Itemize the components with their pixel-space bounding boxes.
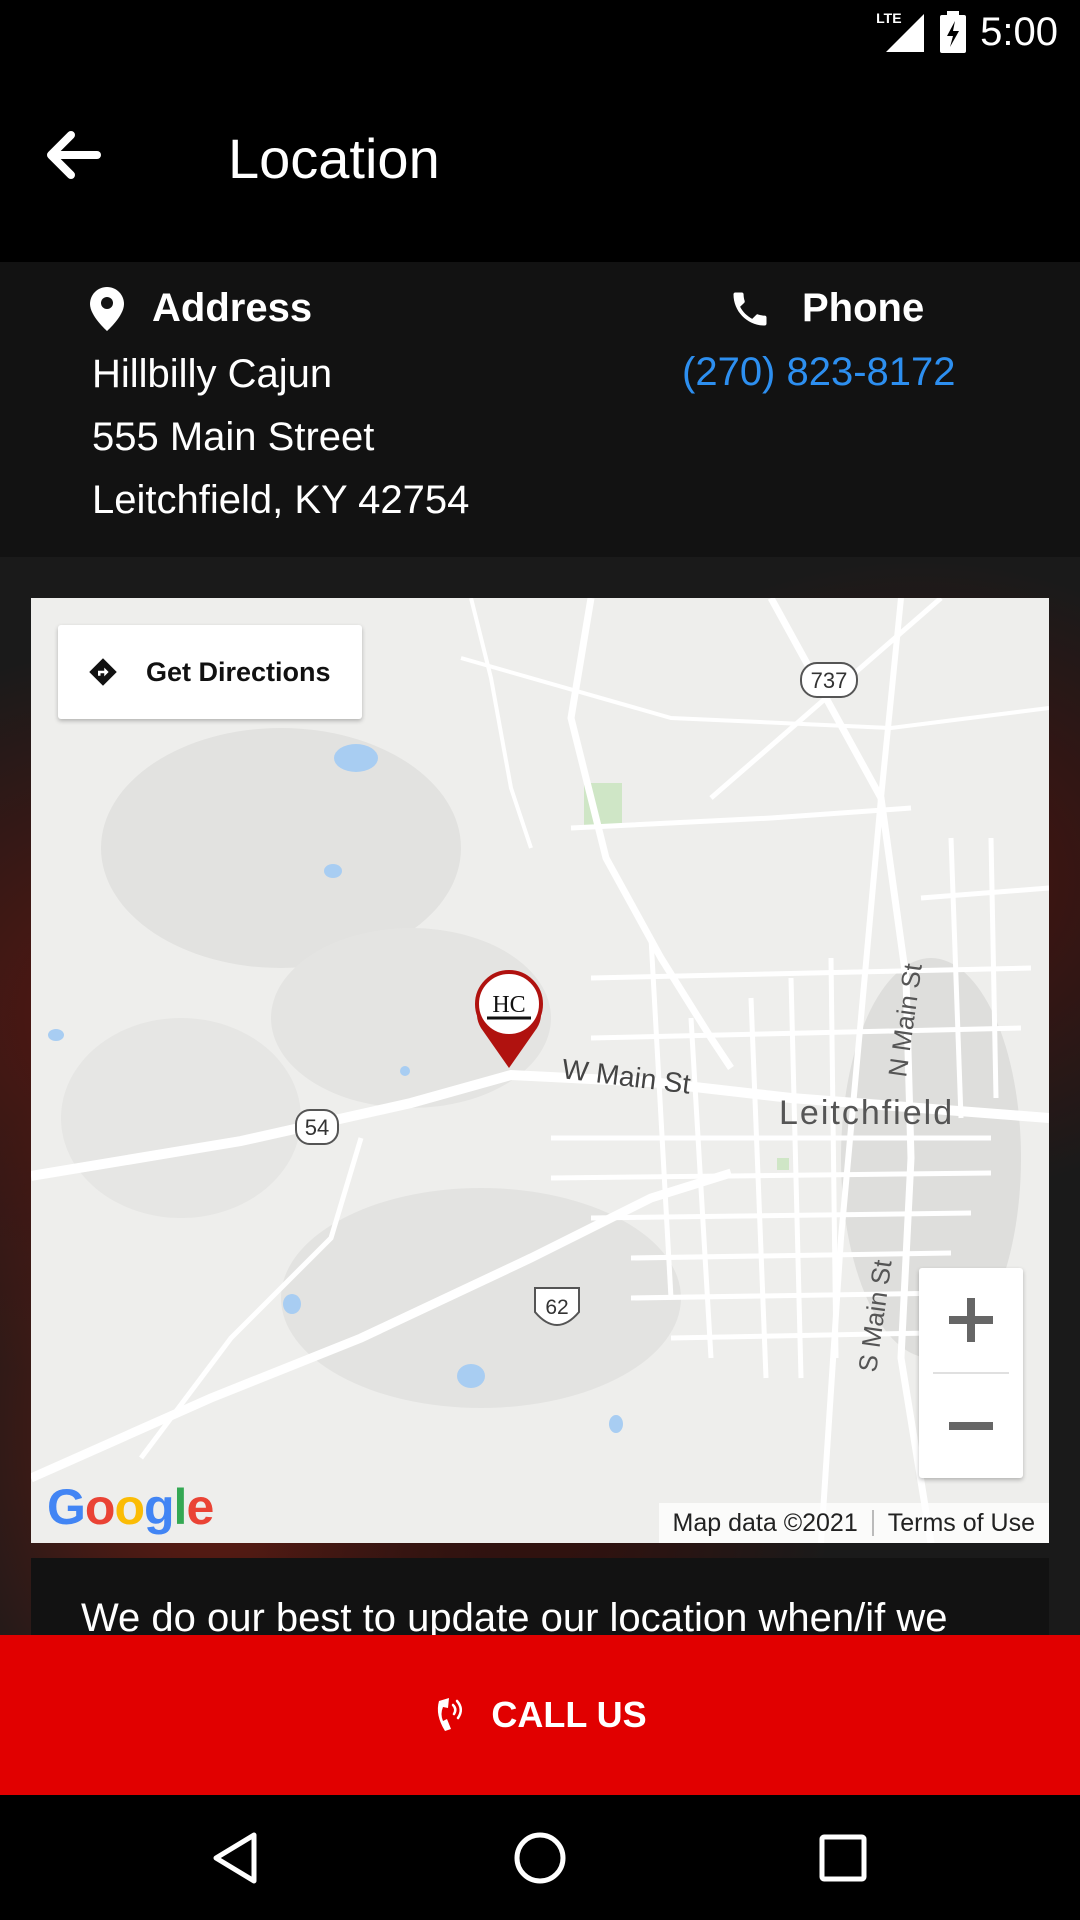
route-737-label: 737 — [811, 668, 848, 693]
notice-text: We do our best to update our location wh… — [81, 1596, 948, 1638]
phone-heading: Phone — [728, 286, 924, 331]
notice-panel: We do our best to update our location wh… — [31, 1558, 1049, 1638]
call-us-button[interactable]: CALL US — [0, 1635, 1080, 1795]
nav-recents-icon — [819, 1834, 867, 1882]
town-label: Leitchfield — [779, 1094, 954, 1132]
map-pin-icon — [90, 286, 124, 331]
route-62-label: 62 — [545, 1296, 568, 1319]
lte-signal-icon: LTE — [876, 10, 926, 54]
arrow-left-icon — [47, 131, 101, 179]
zoom-out-button[interactable] — [919, 1374, 1023, 1478]
status-time: 5:00 — [980, 9, 1058, 54]
network-type: LTE — [876, 10, 902, 26]
get-directions-button[interactable]: Get Directions — [58, 625, 362, 719]
nav-back-icon — [213, 1832, 257, 1884]
info-panel: Address Hillbilly Cajun 555 Main Street … — [0, 262, 1080, 557]
w-main-st-label: W Main St — [560, 1053, 692, 1100]
address-heading-label: Address — [152, 286, 313, 330]
route-54-label: 54 — [305, 1115, 329, 1140]
page-title: Location — [228, 127, 440, 190]
map-data-label: Map data ©2021 — [672, 1508, 858, 1537]
map-attribution: Map data ©2021 Terms of Use — [658, 1503, 1049, 1543]
map-tiles: 737 54 62 W Main St Leitchfield N Main S… — [31, 598, 1049, 1543]
address-line-street: 555 Main Street — [92, 415, 375, 459]
system-nav-bar — [0, 1795, 1080, 1920]
get-directions-label: Get Directions — [146, 656, 331, 687]
marker-label: HC — [492, 992, 525, 1018]
app-bar: Location — [0, 64, 1080, 262]
nav-home-button[interactable] — [505, 1823, 575, 1893]
zoom-in-button[interactable] — [919, 1268, 1023, 1372]
address-heading: Address — [90, 286, 312, 331]
call-us-label: CALL US — [491, 1694, 647, 1735]
google-logo: Google — [47, 1479, 214, 1535]
nav-recents-button[interactable] — [808, 1823, 878, 1893]
phone-ringing-icon — [438, 1698, 463, 1731]
phone-icon — [733, 292, 767, 325]
map-view[interactable]: 737 54 62 W Main St Leitchfield N Main S… — [31, 598, 1049, 1543]
plus-icon — [949, 1298, 993, 1342]
status-bar: LTE 5:00 — [0, 0, 1080, 64]
phone-number-link[interactable]: (270) 823-8172 — [682, 350, 956, 395]
directions-diamond-icon — [89, 658, 117, 686]
attribution-separator — [871, 1510, 874, 1536]
phone-heading-label: Phone — [802, 286, 925, 330]
terms-of-use-link[interactable]: Terms of Use — [888, 1509, 1035, 1538]
minus-icon — [949, 1422, 993, 1430]
status-icons: LTE 5:00 — [876, 6, 1058, 58]
address-line-city: Leitchfield, KY 42754 — [92, 478, 470, 522]
address-line-name: Hillbilly Cajun — [92, 352, 333, 396]
nav-back-button[interactable] — [200, 1823, 270, 1893]
zoom-controls — [919, 1268, 1023, 1478]
nav-home-icon — [514, 1832, 566, 1884]
back-button[interactable] — [38, 120, 108, 190]
battery-charging-icon — [940, 11, 967, 53]
